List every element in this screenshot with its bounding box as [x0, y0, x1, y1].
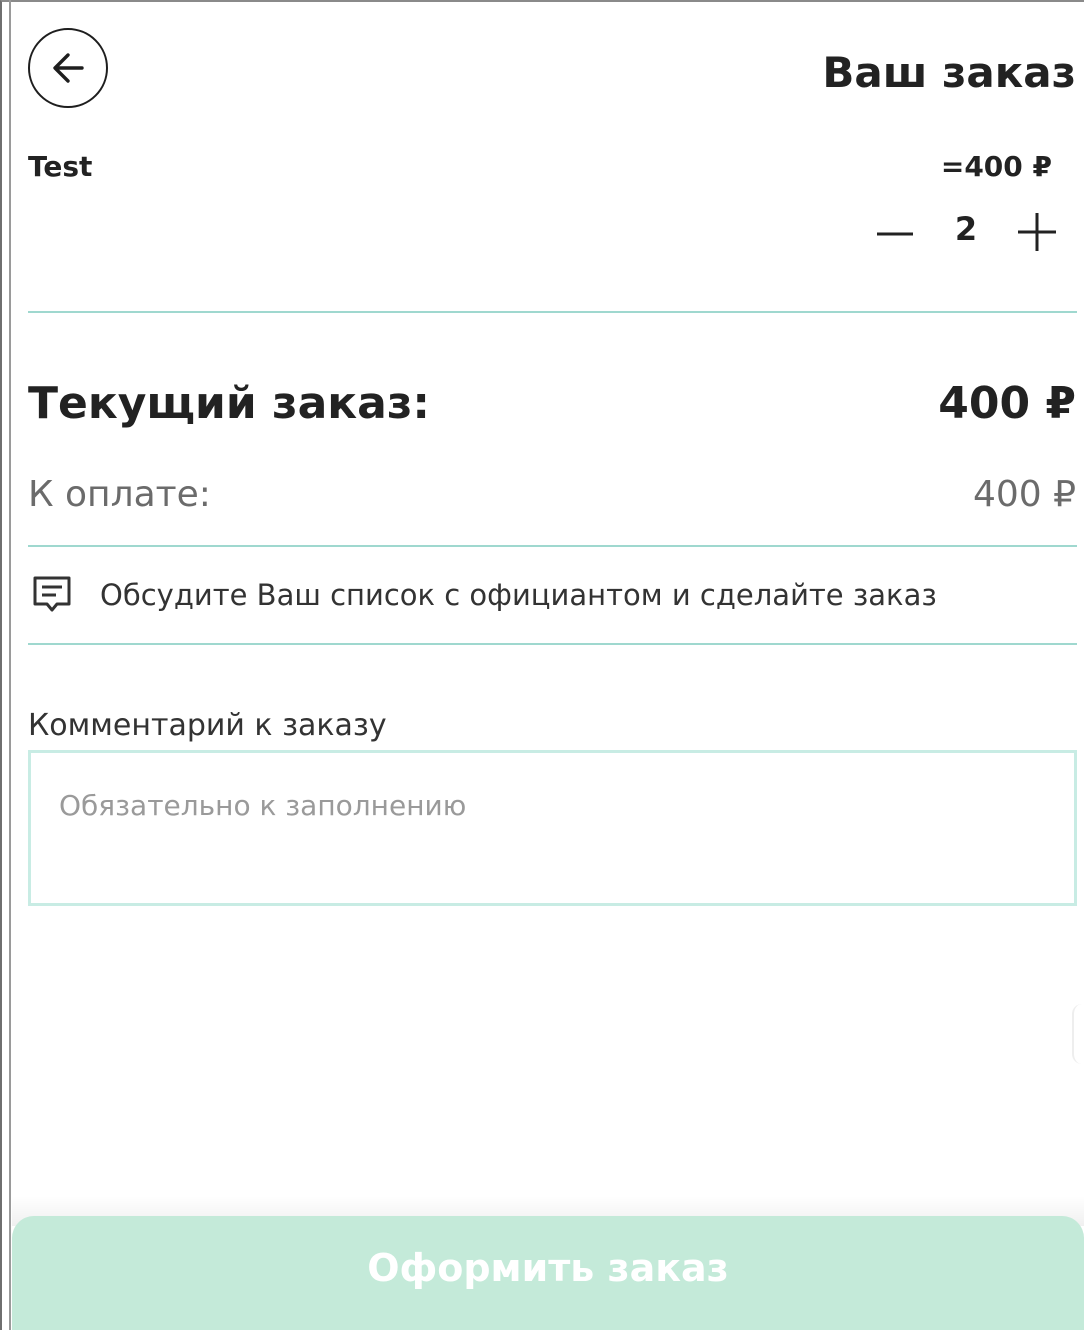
order-comment-input[interactable] [28, 750, 1077, 906]
comment-label: Комментарий к заказу [28, 708, 387, 743]
plus-icon [1018, 213, 1056, 251]
back-button[interactable] [28, 28, 108, 108]
cart-item-price: =400 ₽ [940, 150, 1052, 183]
window-edge [9, 0, 11, 1330]
quantity-value: 2 [954, 210, 978, 248]
amount-due-value: 400 ₽ [972, 474, 1076, 515]
message-icon [33, 576, 71, 612]
page-title: Ваш заказ [822, 48, 1076, 97]
place-order-button[interactable]: Оформить заказ [12, 1216, 1084, 1330]
cart-item-name: Test [28, 150, 93, 183]
quantity-increase-button[interactable] [1012, 206, 1062, 258]
quantity-decrease-button[interactable] [872, 206, 918, 258]
divider [28, 311, 1077, 313]
divider [28, 643, 1077, 645]
amount-due-label: К оплате: [28, 474, 211, 515]
waiter-notice-text: Обсудите Ваш список с официантом и сдела… [100, 578, 937, 612]
divider [28, 545, 1077, 547]
current-order-total: 400 ₽ [938, 378, 1076, 429]
scroll-edge [1072, 1004, 1084, 1064]
arrow-left-icon [53, 53, 84, 83]
current-order-label: Текущий заказ: [28, 378, 430, 429]
minus-icon [877, 232, 913, 236]
window-frame [0, 0, 1084, 1330]
